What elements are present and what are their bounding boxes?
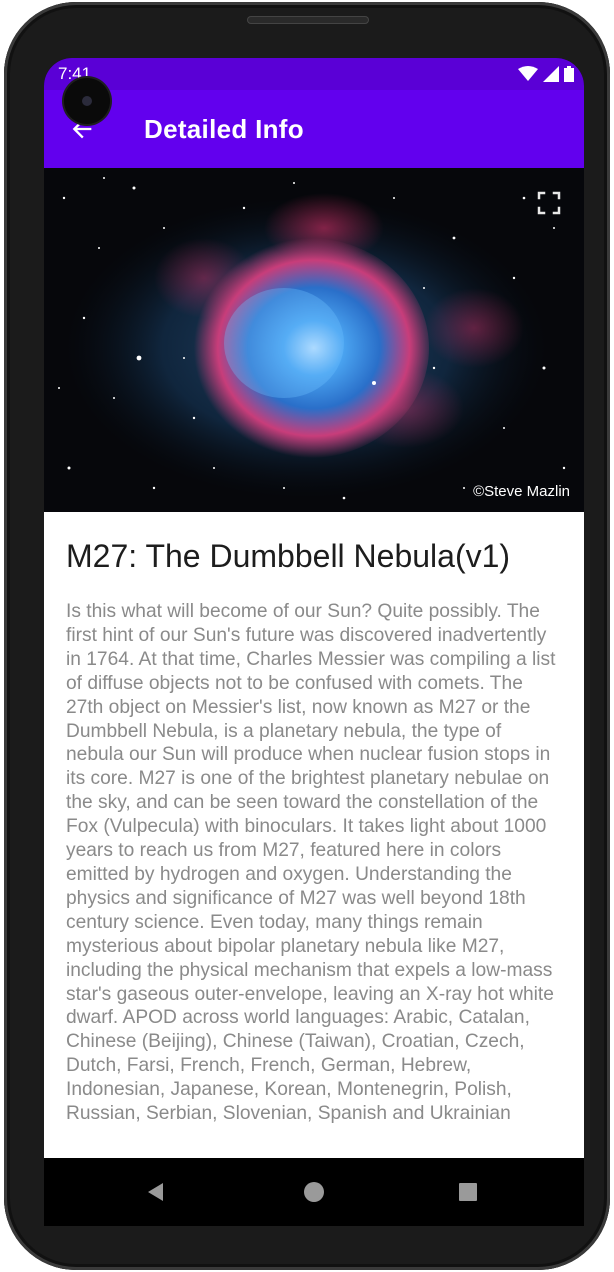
speaker-grill (247, 16, 369, 24)
fullscreen-icon (537, 191, 561, 215)
status-icons (518, 66, 574, 82)
app-bar: Detailed Info (44, 90, 584, 168)
wifi-icon (518, 66, 538, 81)
article-content: M27: The Dumbbell Nebula(v1) Is this wha… (44, 512, 584, 1208)
screen: 7:41 Detailed Info ©Steve Mazlin M27: Th… (44, 58, 584, 1208)
article-body: Is this what will become of our Sun? Qui… (66, 601, 556, 1125)
image-credit: ©Steve Mazlin (473, 483, 570, 500)
nav-back-triangle-icon[interactable] (144, 1180, 168, 1204)
apod-image[interactable]: ©Steve Mazlin (44, 168, 584, 512)
app-title: Detailed Info (144, 114, 304, 144)
nav-home-circle-icon[interactable] (302, 1180, 326, 1204)
front-camera (64, 78, 110, 124)
article-title: M27: The Dumbbell Nebula(v1) (66, 538, 511, 574)
navigation-bar (44, 1158, 584, 1226)
cellular-signal-icon (543, 66, 559, 82)
battery-icon (564, 66, 574, 82)
status-bar: 7:41 (44, 58, 584, 90)
phone-frame: 7:41 Detailed Info ©Steve Mazlin M27: Th… (4, 2, 610, 1270)
nebula-image (44, 168, 584, 512)
nav-recents-square-icon[interactable] (456, 1180, 480, 1204)
fullscreen-button[interactable] (534, 188, 564, 218)
